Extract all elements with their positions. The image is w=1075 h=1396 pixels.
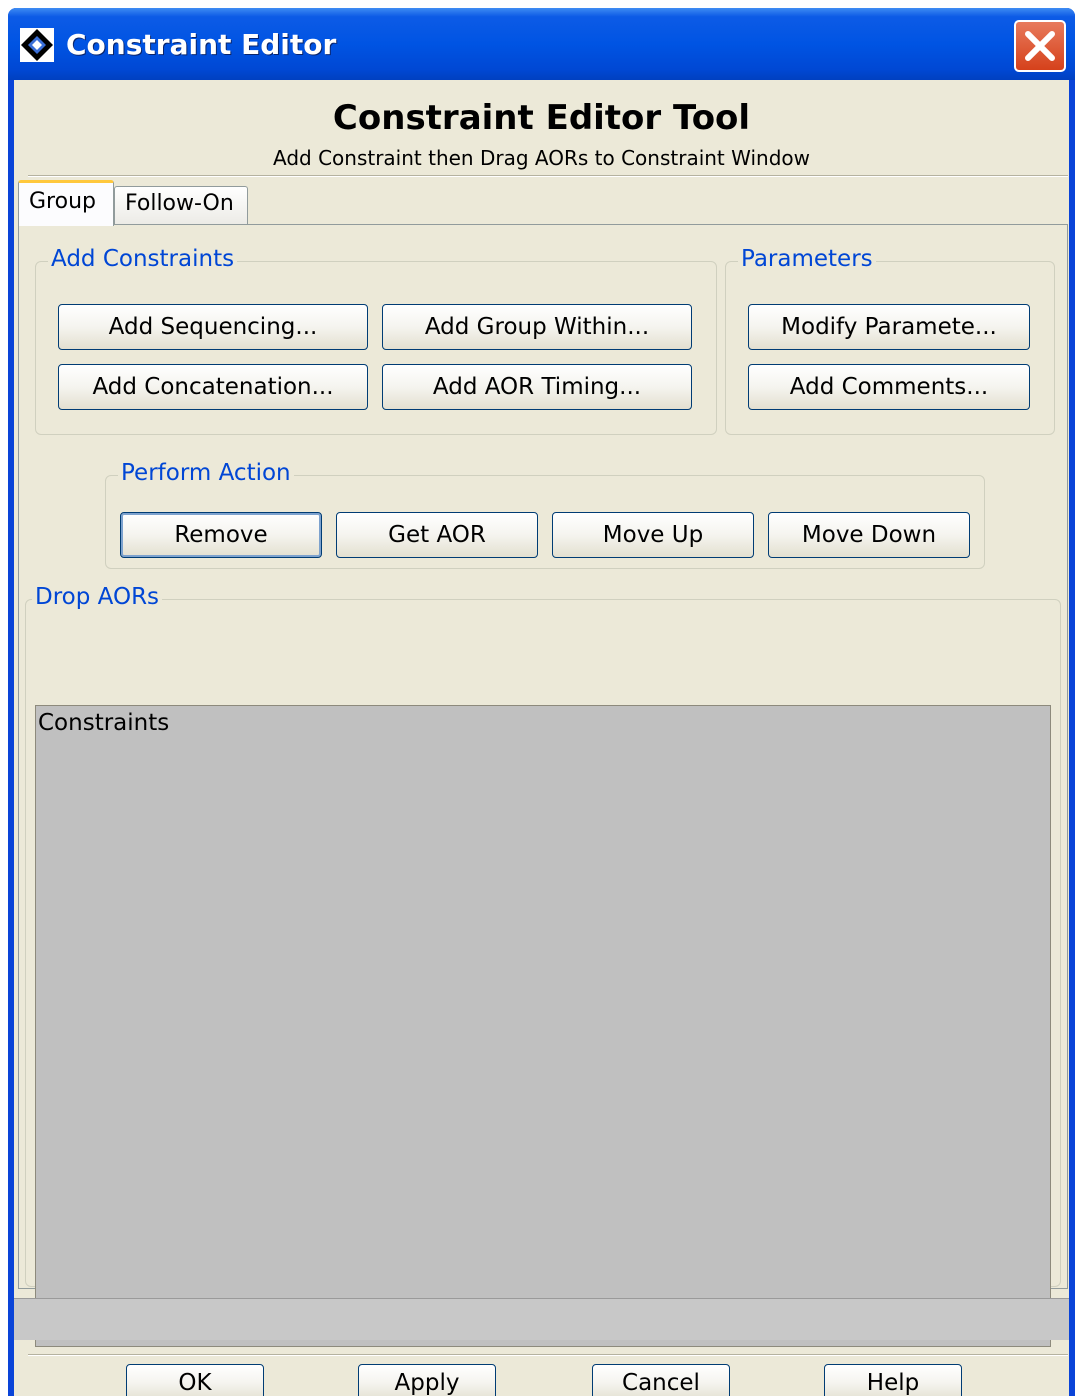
constraints-tree-root[interactable]: Constraints <box>38 710 169 736</box>
app-diamond-icon <box>20 28 54 62</box>
window-title: Constraint Editor <box>66 28 337 61</box>
cancel-button[interactable]: Cancel <box>592 1364 730 1396</box>
parameters-group: Parameters Modify Paramete... Add Commen… <box>725 246 1055 435</box>
add-sequencing-button[interactable]: Add Sequencing... <box>58 304 368 350</box>
add-constraints-label: Add Constraints <box>48 246 238 272</box>
group-tab-panel: Add Constraints Add Sequencing... Add Gr… <box>18 224 1068 1347</box>
apply-button[interactable]: Apply <box>358 1364 496 1396</box>
window-client-area: Constraint Editor Tool Add Constraint th… <box>14 80 1069 1396</box>
move-up-button[interactable]: Move Up <box>552 512 754 558</box>
perform-action-group: Perform Action Remove Get AOR Move Up Mo… <box>105 460 985 569</box>
add-comments-button[interactable]: Add Comments... <box>748 364 1030 410</box>
title-bar[interactable]: Constraint Editor <box>8 8 1075 80</box>
modify-parameters-button[interactable]: Modify Paramete... <box>748 304 1030 350</box>
add-aor-timing-button[interactable]: Add AOR Timing... <box>382 364 692 410</box>
add-concatenation-button[interactable]: Add Concatenation... <box>58 364 368 410</box>
move-down-button[interactable]: Move Down <box>768 512 970 558</box>
ok-button[interactable]: OK <box>126 1364 264 1396</box>
header-divider <box>28 175 1068 177</box>
status-bar <box>14 1298 1069 1340</box>
constraint-editor-window: Constraint Editor Constraint Editor Tool… <box>8 8 1075 1396</box>
add-constraints-group: Add Constraints Add Sequencing... Add Gr… <box>35 246 717 435</box>
page-subtitle: Add Constraint then Drag AORs to Constra… <box>272 146 810 170</box>
close-button[interactable] <box>1014 20 1066 72</box>
parameters-label: Parameters <box>738 246 876 272</box>
page-title: Constraint Editor Tool <box>332 98 751 138</box>
drop-aors-label: Drop AORs <box>32 584 163 610</box>
constraints-drop-area[interactable]: Constraints <box>35 705 1051 1347</box>
footer-divider <box>28 1354 1068 1356</box>
tab-group[interactable]: Group <box>18 180 114 226</box>
get-aor-button[interactable]: Get AOR <box>336 512 538 558</box>
close-icon <box>1025 31 1055 61</box>
help-button[interactable]: Help <box>824 1364 962 1396</box>
tab-follow-on[interactable]: Follow-On <box>114 186 248 224</box>
perform-action-label: Perform Action <box>118 460 294 486</box>
remove-button[interactable]: Remove <box>120 512 322 558</box>
add-group-within-button[interactable]: Add Group Within... <box>382 304 692 350</box>
